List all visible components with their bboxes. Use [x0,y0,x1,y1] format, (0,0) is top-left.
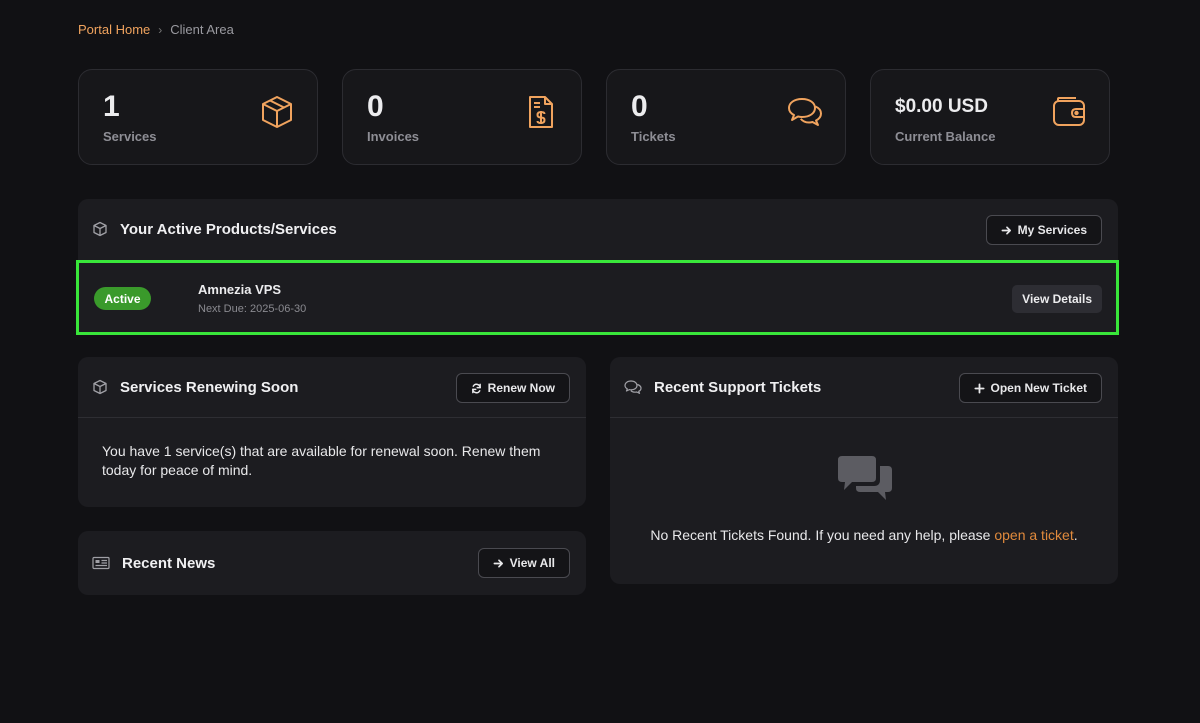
my-services-button[interactable]: My Services [985,215,1102,245]
service-row[interactable]: Active Amnezia VPS Next Due: 2025-06-30 … [76,260,1119,335]
newspaper-icon [92,556,110,570]
stat-value: 0 [631,90,648,123]
stat-card-tickets[interactable]: 0 Tickets [606,69,846,165]
empty-text: No Recent Tickets Found. If you need any… [650,527,995,543]
breadcrumb-home-link[interactable]: Portal Home [78,22,150,37]
stat-card-invoices[interactable]: 0 Invoices [342,69,582,165]
panel-title: Your Active Products/Services [120,220,337,238]
refresh-icon [471,383,481,393]
stat-value: 0 [367,90,384,123]
panel-header: Recent News View All [78,531,586,595]
stat-label: Services [103,129,157,144]
chat-bubbles-icon [624,380,642,394]
cube-icon [93,379,107,395]
button-label: Renew Now [487,381,555,395]
cube-icon [262,96,292,128]
arrow-right-icon [1001,225,1011,235]
news-panel: Recent News View All [78,531,586,595]
panel-title: Services Renewing Soon [120,378,299,396]
panel-title: Recent Support Tickets [654,378,822,396]
breadcrumb-current: Client Area [170,22,234,37]
stat-value: 1 [103,90,120,123]
renewal-message: You have 1 service(s) that are available… [102,443,541,478]
stat-label: Invoices [367,129,420,144]
view-details-button[interactable]: View Details [1012,285,1102,313]
stat-card-balance[interactable]: $0.00 USD Current Balance [870,69,1110,165]
button-label: My Services [1017,223,1087,237]
button-label: Open New Ticket [990,381,1087,395]
view-all-news-button[interactable]: View All [477,548,570,578]
invoice-icon [529,96,553,128]
open-new-ticket-button[interactable]: Open New Ticket [958,373,1102,403]
service-name[interactable]: Amnezia VPS [198,282,281,297]
service-next-due: Next Due: 2025-06-30 [198,303,307,315]
wallet-icon [1053,97,1085,126]
breadcrumb: Portal Home › Client Area [78,22,234,37]
stats-row: 1 Services 0 Invoices 0 Tickets $0.00 US… [78,69,1110,165]
tickets-panel: Recent Support Tickets Open New Ticket N… [610,357,1118,584]
stat-card-services[interactable]: 1 Services [78,69,318,165]
panel-header: Your Active Products/Services My Service… [78,199,1118,259]
stat-label: Tickets [631,129,676,144]
button-label: View All [509,556,555,570]
arrow-right-icon [493,558,503,568]
no-tickets-message: No Recent Tickets Found. If you need any… [610,527,1118,543]
chat-bubbles-icon [838,456,892,500]
panel-title: Recent News [122,554,216,572]
panel-header: Services Renewing Soon Renew Now [78,357,586,417]
cube-icon [93,221,107,237]
chat-bubbles-icon [788,98,822,126]
open-ticket-link[interactable]: open a ticket [994,527,1073,543]
empty-text-end: . [1073,527,1078,543]
renewing-panel: Services Renewing Soon Renew Now You hav… [78,357,586,507]
divider [610,417,1118,418]
chevron-right-icon: › [158,22,163,37]
plus-icon [973,382,985,394]
panel-header: Recent Support Tickets Open New Ticket [610,357,1118,417]
status-badge: Active [94,287,151,310]
stat-label: Current Balance [895,129,996,144]
renew-now-button[interactable]: Renew Now [455,373,570,403]
stat-value: $0.00 USD [895,96,988,117]
